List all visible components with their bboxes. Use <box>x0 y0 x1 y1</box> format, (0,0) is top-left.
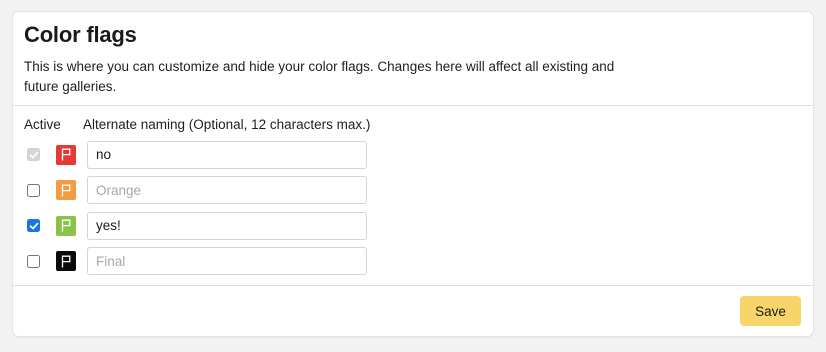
color-flags-card: Color flags This is where you can custom… <box>13 12 813 336</box>
page-title: Color flags <box>24 22 137 47</box>
flags-settings: Active Alternate naming (Optional, 12 ch… <box>13 106 813 286</box>
card-header: Color flags This is where you can custom… <box>13 12 813 105</box>
name-input-green[interactable] <box>87 211 367 240</box>
black-flag-icon <box>56 251 76 272</box>
name-input-orange[interactable] <box>87 176 367 205</box>
active-checkbox-green[interactable] <box>27 219 40 233</box>
active-checkbox-red <box>27 148 40 162</box>
active-checkbox-black[interactable] <box>27 254 40 268</box>
flag-row-red <box>24 137 802 173</box>
column-headers: Active Alternate naming (Optional, 12 ch… <box>24 117 802 133</box>
red-flag-icon <box>56 144 76 165</box>
flag-list <box>24 137 802 279</box>
alternate-naming-column-header: Alternate naming (Optional, 12 character… <box>83 117 371 132</box>
save-button[interactable]: Save <box>740 296 801 326</box>
flag-row-black <box>24 244 802 280</box>
name-input-red[interactable] <box>87 140 367 169</box>
orange-flag-icon <box>56 180 76 201</box>
flag-row-orange <box>24 173 802 209</box>
flag-row-green <box>24 208 802 244</box>
active-column-header: Active <box>24 117 61 132</box>
active-checkbox-orange[interactable] <box>27 183 40 197</box>
name-input-black[interactable] <box>87 247 367 276</box>
card-footer: Save <box>13 286 813 336</box>
green-flag-icon <box>56 215 76 236</box>
panel-description: This is where you can customize and hide… <box>24 59 615 94</box>
